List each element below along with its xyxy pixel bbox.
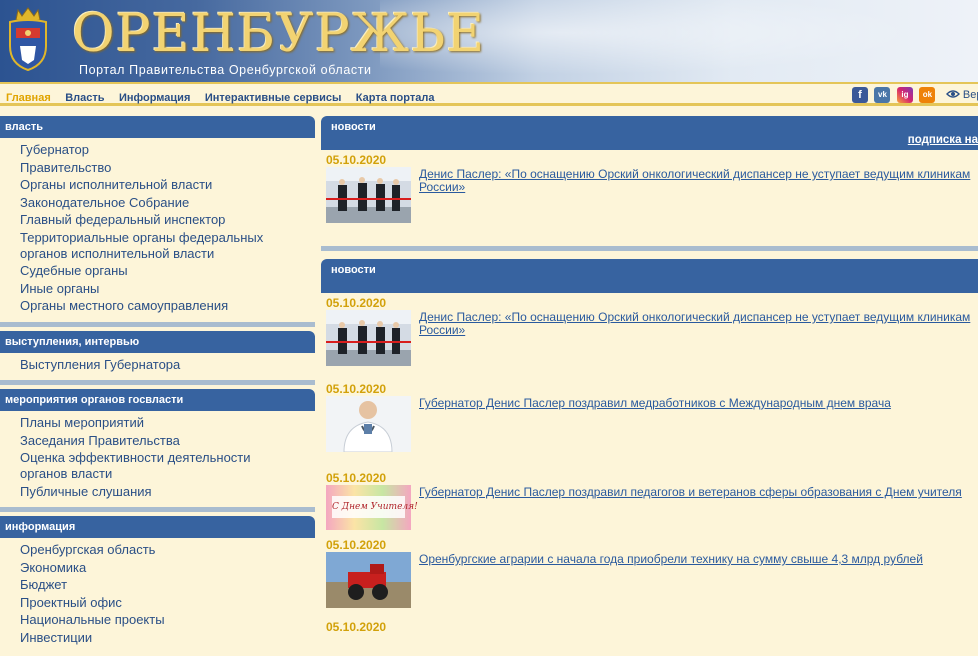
sidebar-section-title-information: информация — [0, 516, 315, 538]
eye-icon — [945, 90, 960, 98]
news-item: 05.10.2020 Оренбургские аграрии с начала… — [321, 538, 978, 620]
sidebar-item-orenburg-region[interactable]: Оренбургская область — [20, 542, 315, 558]
news-thumbnail-ribbon-cutting[interactable] — [326, 167, 411, 223]
facebook-icon[interactable]: f — [852, 87, 868, 103]
news-block-header: новости подписка на — [321, 116, 978, 150]
site-subtitle: Портал Правительства Оренбургской област… — [79, 63, 372, 77]
news-date: 05.10.2020 — [326, 471, 387, 485]
sidebar-item-government-meetings[interactable]: Заседания Правительства — [20, 433, 315, 449]
sidebar-item-courts[interactable]: Судебные органы — [20, 263, 315, 279]
news-date: 05.10.2020 — [326, 620, 387, 634]
section-divider — [0, 507, 315, 512]
news-link-line1: Губернатор Денис Паслер поздравил педаго… — [419, 485, 962, 499]
news-thumbnail-teachers-day[interactable]: С Днем Учителя! — [326, 485, 418, 530]
news-thumbnail-tractor[interactable] — [326, 552, 411, 608]
sidebar-item-territorial-line1: Территориальные органы федеральных — [20, 229, 264, 245]
accessibility-version-label: Верс — [962, 89, 978, 101]
sidebar-item-local-government[interactable]: Органы местного самоуправления — [20, 298, 315, 314]
main-content: новости подписка на 05.10.2020 Денис Пас… — [321, 116, 978, 656]
news-block-header: новости — [321, 259, 978, 293]
news-link-line2: России» — [419, 180, 466, 194]
sidebar-item-public-hearings[interactable]: Публичные слушания — [20, 484, 315, 500]
sidebar-item-territorial-federal-bodies[interactable]: Территориальные органы федеральных орган… — [20, 230, 315, 262]
coat-of-arms-logo[interactable] — [4, 6, 52, 72]
sidebar-item-federal-inspector[interactable]: Главный федеральный инспектор — [20, 212, 315, 228]
instagram-icon[interactable]: ig — [896, 87, 913, 103]
nav-item-power[interactable]: Власть — [65, 92, 104, 104]
news-date: 05.10.2020 — [326, 382, 387, 396]
section-divider — [0, 380, 315, 385]
section-divider — [0, 321, 315, 327]
news-link[interactable]: Губернатор Денис Паслер поздравил медраб… — [419, 397, 891, 410]
sidebar-item-other-bodies[interactable]: Иные органы — [20, 281, 315, 297]
subscribe-link[interactable]: подписка на — [908, 134, 978, 146]
sidebar-item-territorial-line2: органов исполнительной власти — [20, 245, 215, 261]
social-links: f vk ig ok Верс — [852, 87, 978, 105]
sidebar-item-efficiency-line2: органов власти — [20, 466, 113, 481]
news-block-title: новости — [331, 264, 376, 276]
top-navigation: Главная Власть Информация Интерактивные … — [0, 82, 978, 106]
sidebar-item-efficiency-line1: Оценка эффективности деятельности — [20, 450, 251, 465]
sidebar-item-budget[interactable]: Бюджет — [20, 577, 315, 593]
news-item: 05.10.2020 Денис Паслер: «По оснащению О… — [321, 293, 978, 382]
block-divider — [321, 246, 978, 251]
news-item: 05.10.2020 Губернатор Денис Паслер поздр… — [321, 382, 978, 471]
news-item: 05.10.2020 — [321, 620, 978, 634]
news-link[interactable]: Губернатор Денис Паслер поздравил педаго… — [419, 486, 962, 499]
sidebar-section-title-events: мероприятия органов госвласти — [0, 389, 315, 411]
news-link-line2: России» — [419, 323, 466, 337]
sidebar-section-title-speeches: выступления, интервью — [0, 330, 315, 353]
sidebar-item-project-office[interactable]: Проектный офис — [20, 595, 315, 611]
nav-item-information[interactable]: Информация — [119, 92, 190, 104]
news-thumbnail-ribbon-cutting[interactable] — [326, 310, 411, 366]
odnoklassniki-icon[interactable]: ok — [919, 87, 936, 103]
news-link-line1: Денис Паслер: «По оснащению Орский онкол… — [419, 310, 971, 324]
nav-item-interactive-services[interactable]: Интерактивные сервисы — [205, 92, 342, 104]
accessibility-version-link[interactable]: Верс — [945, 87, 978, 103]
news-link[interactable]: Денис Паслер: «По оснащению Орский онкол… — [419, 168, 970, 194]
news-thumbnail-doctor[interactable] — [326, 396, 411, 452]
news-date: 05.10.2020 — [326, 153, 387, 167]
nav-item-home[interactable]: Главная — [6, 92, 51, 104]
sidebar-item-legislative-assembly[interactable]: Законодательное Собрание — [20, 195, 315, 211]
sidebar-list-information: Оренбургская область Экономика Бюджет Пр… — [0, 538, 315, 653]
site-header: ОРЕНБУРЖЬЕ Портал Правительства Оренбург… — [0, 0, 978, 82]
sidebar-item-executive-bodies[interactable]: Органы исполнительной власти — [20, 177, 315, 193]
sidebar-list-events: Планы мероприятий Заседания Правительств… — [0, 411, 315, 507]
news-link[interactable]: Денис Паслер: «По оснащению Орский онкол… — [419, 311, 970, 337]
news-date: 05.10.2020 — [326, 296, 387, 310]
news-date: 05.10.2020 — [326, 538, 387, 552]
teachers-day-card-text: С Днем Учителя! — [332, 496, 418, 518]
sidebar-item-efficiency-evaluation[interactable]: Оценка эффективности деятельности органо… — [20, 450, 315, 482]
news-item: 05.10.2020 Денис Паслер: «По оснащению О… — [321, 150, 978, 246]
sidebar-item-event-plans[interactable]: Планы мероприятий — [20, 415, 315, 431]
nav-item-site-map[interactable]: Карта портала — [356, 92, 435, 104]
news-link-line1: Оренбургские аграрии с начала года приоб… — [419, 552, 923, 566]
news-item: 05.10.2020 С Днем Учителя! Губернатор Де… — [321, 471, 978, 538]
news-block-title: новости — [331, 121, 376, 133]
sidebar-item-governor[interactable]: Губернатор — [20, 142, 315, 158]
news-link-line1: Губернатор Денис Паслер поздравил медраб… — [419, 396, 891, 410]
sidebar-item-governor-speeches[interactable]: Выступления Губернатора — [20, 357, 315, 373]
site-title: ОРЕНБУРЖЬЕ — [72, 4, 486, 64]
sidebar-item-national-projects[interactable]: Национальные проекты — [20, 612, 315, 628]
news-link-line1: Денис Паслер: «По оснащению Орский онкол… — [419, 167, 971, 181]
news-link[interactable]: Оренбургские аграрии с начала года приоб… — [419, 553, 923, 566]
sidebar-list-speeches: Выступления Губернатора — [0, 353, 315, 381]
sidebar-item-investments[interactable]: Инвестиции — [20, 630, 315, 646]
left-sidebar: власть Губернатор Правительство Органы и… — [0, 116, 315, 656]
sidebar-item-government[interactable]: Правительство — [20, 160, 315, 176]
sidebar-list-power: Губернатор Правительство Органы исполнит… — [0, 138, 315, 322]
sidebar-section-title-power: власть — [0, 116, 315, 138]
sidebar-item-economy[interactable]: Экономика — [20, 560, 315, 576]
vk-icon[interactable]: vk — [874, 87, 891, 103]
